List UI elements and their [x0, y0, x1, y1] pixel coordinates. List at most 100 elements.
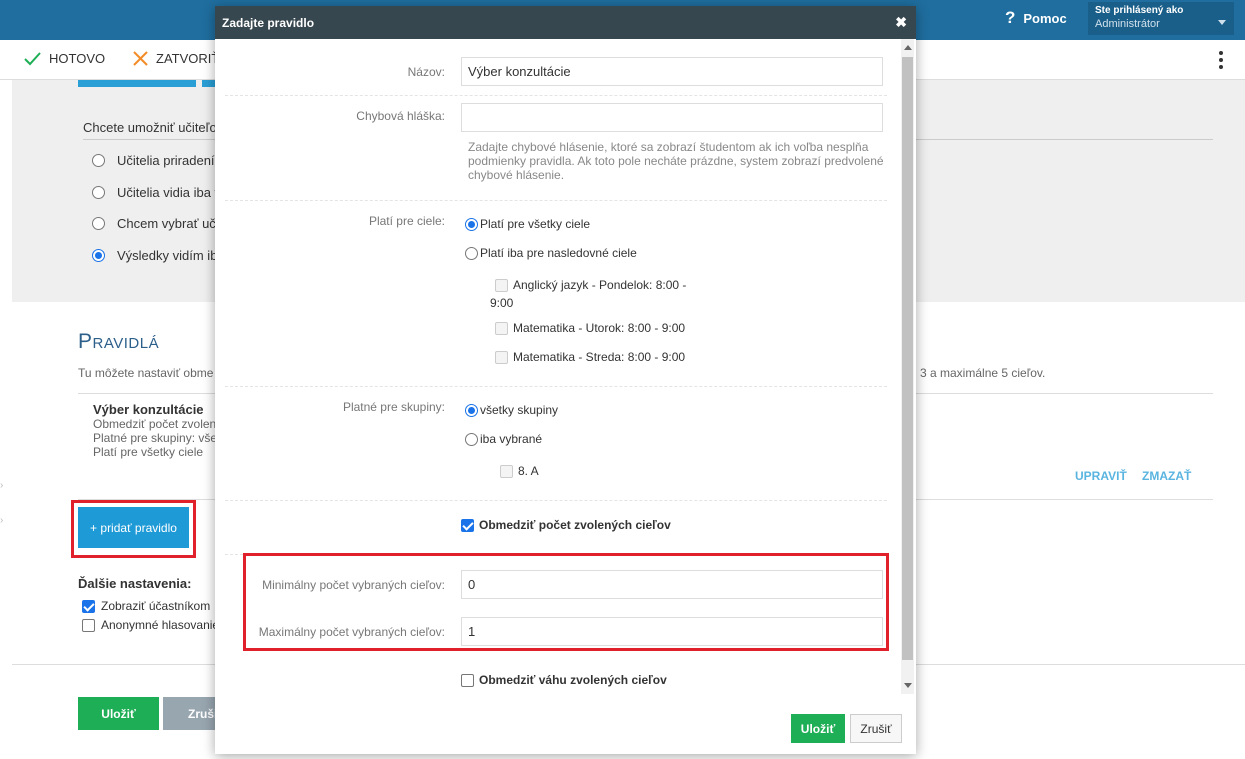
scroll-down-icon[interactable]	[904, 683, 912, 688]
anonymous-voting-checkbox[interactable]: Anonymné hlasovanie	[82, 618, 219, 632]
close-label: ZATVORIŤ	[156, 51, 220, 66]
radio-icon	[92, 217, 105, 230]
help-label: Pomoc	[1023, 10, 1067, 26]
groups-all-radio[interactable]: všetky skupiny	[465, 403, 558, 417]
rules-description: Tu môžete nastaviť obme	[78, 366, 214, 380]
checkbox-label: 8. A	[518, 464, 539, 478]
add-rule-button[interactable]: + pridať pravidlo	[78, 507, 189, 548]
radio-icon	[92, 186, 105, 199]
close-icon[interactable]: ✖	[895, 14, 907, 31]
target-checkbox[interactable]: Matematika - Utorok: 8:00 - 9:00	[495, 321, 685, 335]
radio-checked-icon	[465, 217, 478, 231]
groups-some-radio[interactable]: iba vybrané	[465, 432, 542, 446]
more-options-icon[interactable]	[1219, 51, 1225, 72]
radio-checked-icon	[92, 249, 105, 262]
checkbox-label: Obmedziť počet zvolených cieľov	[479, 518, 671, 532]
user-caption: Ste prihlásený ako	[1095, 5, 1184, 16]
user-role: Administrátor	[1095, 18, 1160, 30]
dialog-cancel-button[interactable]: Zrušiť	[850, 714, 902, 743]
done-label: HOTOVO	[49, 51, 106, 66]
name-input[interactable]	[461, 57, 883, 86]
option-label: Učitelia vidia iba v	[117, 185, 222, 200]
background-button-strip	[202, 80, 215, 87]
rule-dialog: Zadajte pravidlo ✖ Názov: Chybová hláška…	[215, 6, 916, 754]
user-menu[interactable]: Ste prihlásený ako Administrátor	[1088, 2, 1234, 35]
done-button[interactable]: HOTOVO	[24, 51, 105, 66]
divider	[225, 500, 887, 501]
targets-some-radio[interactable]: Platí iba pre nasledovné ciele	[465, 246, 637, 260]
checkbox-disabled-icon	[495, 321, 508, 335]
divider	[225, 95, 887, 96]
option-label: Učitelia priradení k	[117, 153, 225, 168]
cancel-button[interactable]: Zruši	[163, 697, 223, 730]
radio-checked-icon	[465, 403, 478, 417]
target-checkbox[interactable]: Matematika - Streda: 8:00 - 9:00	[495, 350, 685, 364]
checkbox-label-wrap: 9:00	[490, 296, 514, 310]
error-message-help: Zadajte chybové hlásenie, ktoré sa zobra…	[468, 140, 884, 182]
target-checkbox[interactable]: Anglický jazyk - Pondelok: 8:00 -	[495, 278, 686, 292]
checkbox-icon	[82, 618, 95, 632]
question-icon: ?	[1005, 8, 1016, 27]
option-radio[interactable]: Učitelia priradení k	[92, 153, 225, 168]
error-message-input[interactable]	[461, 103, 883, 132]
question-text: Chcete umožniť učiteľo	[83, 120, 217, 135]
limit-weight-checkbox[interactable]: Obmedziť váhu zvolených cieľov	[461, 673, 667, 687]
check-icon	[24, 51, 41, 65]
chevron-down-icon	[1218, 20, 1226, 25]
dialog-footer: Uložiť Zrušiť	[215, 694, 916, 754]
checkbox-icon	[461, 673, 474, 687]
checkbox-label: Zobraziť účastníkom	[101, 599, 211, 613]
option-radio[interactable]: Chcem vybrať uči	[92, 216, 219, 231]
checkbox-label: Anonymné hlasovanie	[101, 618, 220, 632]
checkbox-label: Obmedziť váhu zvolených cieľov	[479, 673, 667, 687]
close-icon	[133, 51, 148, 66]
group-checkbox[interactable]: 8. A	[500, 464, 539, 478]
checkbox-label: Anglický jazyk - Pondelok: 8:00 -	[513, 278, 687, 292]
show-participants-checkbox[interactable]: Zobraziť účastníkom	[82, 599, 210, 613]
scroll-thumb[interactable]	[902, 57, 913, 660]
divider	[225, 200, 887, 201]
dialog-scrollbar[interactable]	[901, 39, 914, 694]
highlight-box	[243, 553, 889, 651]
scroll-up-icon[interactable]	[904, 45, 912, 50]
option-label: Výsledky vidím iba	[117, 248, 225, 263]
dialog-header: Zadajte pravidlo ✖	[215, 6, 916, 39]
close-button[interactable]: ZATVORIŤ	[133, 51, 219, 66]
radio-label: Platí iba pre nasledovné ciele	[480, 246, 637, 260]
edit-rule-link[interactable]: UPRAVIŤ	[1075, 469, 1127, 483]
checkbox-label: Matematika - Utorok: 8:00 - 9:00	[513, 321, 686, 335]
dialog-title: Zadajte pravidlo	[222, 16, 315, 30]
checkbox-checked-icon	[461, 518, 474, 532]
option-label: Chcem vybrať uči	[117, 216, 219, 231]
checkbox-checked-icon	[82, 599, 95, 613]
rule-detail: Obmedziť počet zvolen	[93, 417, 217, 431]
delete-rule-link[interactable]: ZMAZAŤ	[1142, 469, 1191, 483]
rule-detail: Platí pre všetky ciele	[93, 445, 204, 459]
divider	[225, 386, 887, 387]
rule-detail: Platné pre skupiny: vše	[93, 431, 218, 445]
checkbox-disabled-icon	[495, 350, 508, 364]
radio-label: všetky skupiny	[480, 403, 559, 417]
rules-title: Pravidlá	[78, 330, 160, 353]
collapse-arrows: › ›	[0, 480, 4, 526]
error-message-label: Chybová hláška:	[356, 109, 445, 123]
checkbox-disabled-icon	[500, 464, 513, 478]
more-settings-title: Ďalšie nastavenia:	[78, 576, 192, 591]
checkbox-disabled-icon	[495, 278, 508, 292]
limit-count-checkbox[interactable]: Obmedziť počet zvolených cieľov	[461, 518, 671, 532]
save-button[interactable]: Uložiť	[78, 697, 159, 730]
radio-icon	[92, 154, 105, 167]
checkbox-label: Matematika - Streda: 8:00 - 9:00	[513, 350, 686, 364]
background-button-strip	[78, 80, 196, 87]
option-radio[interactable]: Výsledky vidím iba	[92, 248, 225, 263]
radio-label: iba vybrané	[480, 432, 543, 446]
groups-label: Platné pre skupiny:	[342, 400, 445, 414]
dialog-save-button[interactable]: Uložiť	[791, 714, 845, 743]
targets-all-radio[interactable]: Platí pre všetky ciele	[465, 217, 590, 231]
radio-icon	[465, 432, 478, 446]
rules-description-tail: 3 a maximálne 5 cieľov.	[920, 366, 1046, 380]
option-radio[interactable]: Učitelia vidia iba v	[92, 185, 221, 200]
help-link[interactable]: ? Pomoc	[1005, 8, 1067, 28]
rule-name: Výber konzultácie	[93, 402, 204, 417]
name-label: Názov:	[407, 65, 445, 79]
